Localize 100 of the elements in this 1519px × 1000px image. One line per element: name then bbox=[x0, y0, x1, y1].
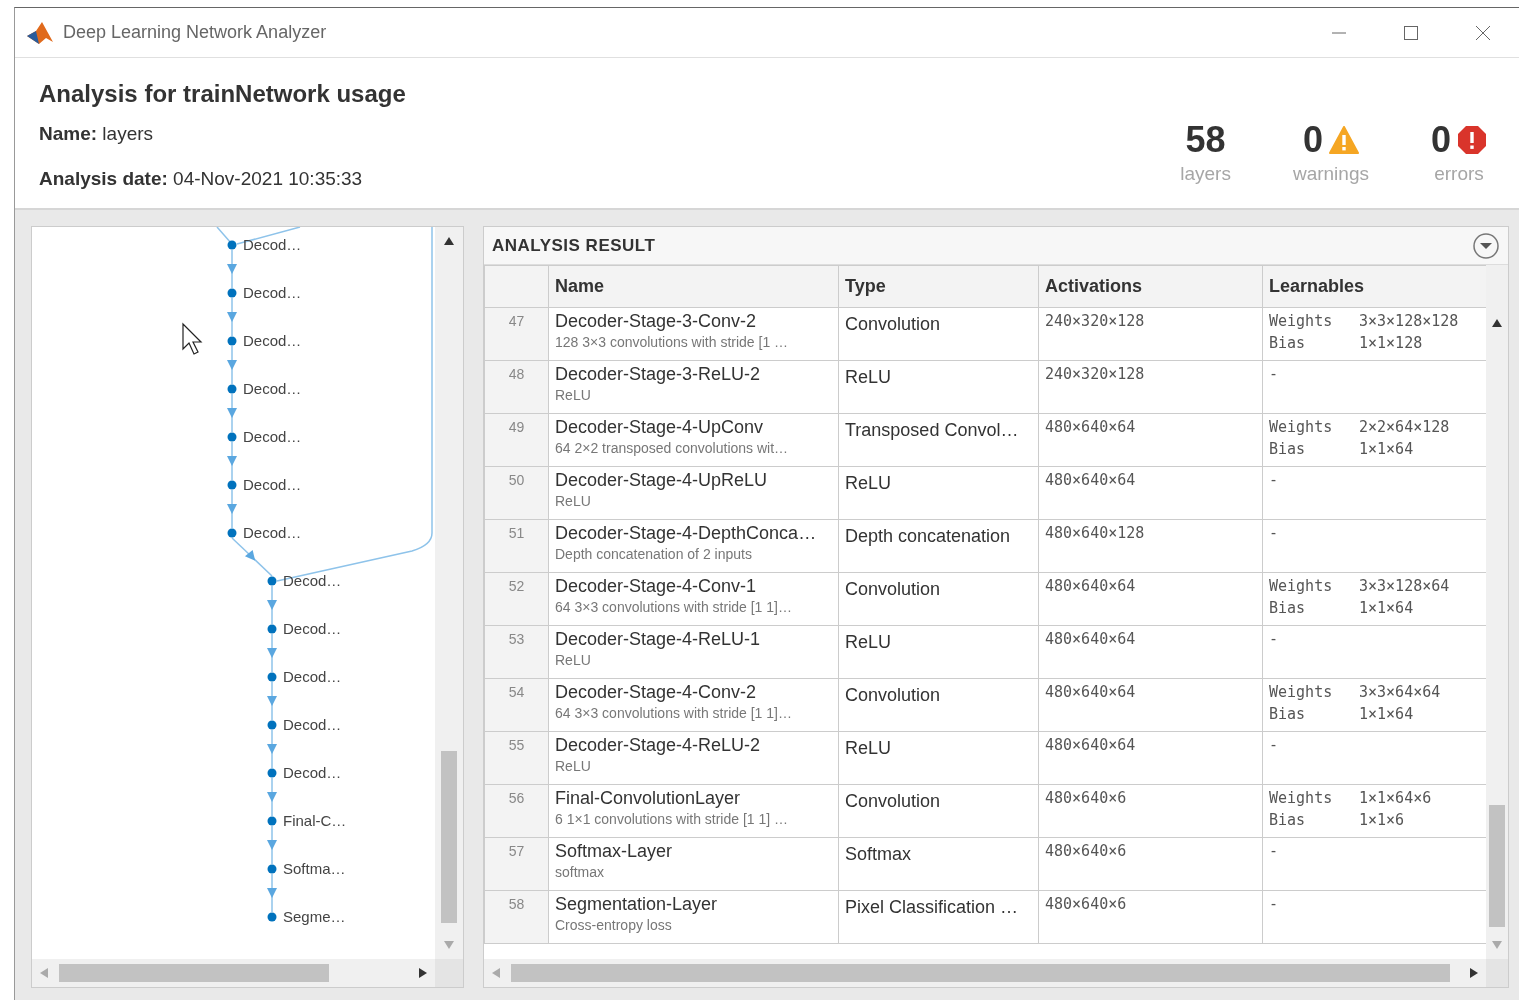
row-number: 57 bbox=[484, 837, 549, 891]
activation-size: 480×640×64 bbox=[1045, 417, 1137, 438]
graph-node[interactable] bbox=[267, 672, 277, 682]
horizontal-scrollbar[interactable] bbox=[484, 959, 1486, 987]
activation-size: 480×640×64 bbox=[1045, 576, 1137, 597]
error-icon bbox=[1457, 124, 1487, 155]
vertical-scrollbar[interactable] bbox=[435, 227, 463, 959]
graph-node[interactable] bbox=[227, 432, 237, 442]
graph-edge bbox=[227, 345, 237, 385]
node-label: Decod… bbox=[283, 620, 342, 637]
graph-node[interactable] bbox=[267, 768, 277, 778]
layer-name: Final-ConvolutionLayer bbox=[555, 788, 742, 810]
graph-edge bbox=[216, 227, 232, 244]
graph-edge bbox=[227, 489, 237, 529]
learnable-name: Weights bbox=[1269, 311, 1334, 332]
graph-node[interactable] bbox=[227, 288, 237, 298]
layer-name: Decoder-Stage-4-UpReLU bbox=[555, 470, 769, 492]
graph-node[interactable] bbox=[227, 528, 237, 538]
graph-node[interactable] bbox=[227, 336, 237, 346]
activation-size: 240×320×128 bbox=[1045, 364, 1146, 385]
graph-edge bbox=[267, 729, 277, 769]
node-label: Softma… bbox=[283, 860, 346, 877]
analysis-title: Analysis for trainNetwork usage bbox=[39, 79, 406, 109]
layer-type: Convolution bbox=[845, 313, 942, 336]
layer-name: Decoder-Stage-4-Conv-2 bbox=[555, 682, 758, 704]
graph-node[interactable] bbox=[267, 864, 277, 874]
scrollbar-corner bbox=[1486, 959, 1508, 987]
row-number: 54 bbox=[484, 678, 549, 732]
layer-name: Segmentation-Layer bbox=[555, 894, 719, 916]
layer-name: Decoder-Stage-4-Conv-1 bbox=[555, 576, 758, 598]
app-logo-icon bbox=[27, 21, 53, 44]
scroll-up-icon[interactable] bbox=[1492, 319, 1502, 327]
vertical-scrollbar[interactable] bbox=[1486, 265, 1508, 959]
graph-edge bbox=[227, 393, 237, 433]
analysis-date: Analysis date: 04-Nov-2021 10:35:33 bbox=[39, 166, 364, 191]
graph-node[interactable] bbox=[227, 384, 237, 394]
graph-node[interactable] bbox=[267, 720, 277, 730]
graph-edge bbox=[267, 777, 277, 817]
learnable-name: Bias bbox=[1269, 597, 1307, 619]
minimize-icon bbox=[1331, 31, 1347, 34]
scroll-right-icon[interactable] bbox=[1470, 968, 1478, 978]
scrollbar-thumb[interactable] bbox=[59, 964, 329, 982]
node-label: Decod… bbox=[283, 572, 342, 589]
scrollbar-thumb[interactable] bbox=[441, 751, 457, 923]
graph-edge bbox=[267, 873, 277, 913]
row-number: 50 bbox=[484, 466, 549, 520]
scroll-right-icon[interactable] bbox=[419, 968, 427, 978]
column-header: Name bbox=[548, 265, 839, 308]
network-name: Name: layers bbox=[39, 122, 155, 146]
layer-description: 6 1×1 convolutions with stride [1 1] … bbox=[555, 809, 790, 828]
graph-node[interactable] bbox=[267, 576, 277, 586]
stat-label: layers bbox=[1180, 161, 1231, 186]
panel-title: ANALYSIS RESULT bbox=[492, 234, 656, 257]
learnable-name: Bias bbox=[1269, 332, 1307, 354]
node-label: Final-C… bbox=[283, 812, 347, 829]
scrollbar-thumb[interactable] bbox=[1489, 805, 1505, 927]
graph-edge bbox=[231, 537, 273, 577]
node-label: Decod… bbox=[243, 476, 302, 493]
layer-name: Decoder-Stage-4-DepthConca… bbox=[555, 523, 818, 545]
scroll-up-icon[interactable] bbox=[444, 237, 454, 245]
layer-type: Convolution bbox=[845, 578, 942, 601]
activation-size: 480×640×6 bbox=[1045, 788, 1128, 809]
horizontal-scrollbar[interactable] bbox=[32, 959, 435, 987]
row-number: 55 bbox=[484, 731, 549, 785]
graph-node[interactable] bbox=[227, 480, 237, 490]
activation-size: 480×640×6 bbox=[1045, 841, 1128, 862]
learnable-name: Weights bbox=[1269, 682, 1334, 703]
collapse-button[interactable] bbox=[1472, 231, 1500, 260]
activation-size: 480×640×64 bbox=[1045, 629, 1137, 650]
graph-node[interactable] bbox=[227, 240, 237, 250]
layer-description: 64 3×3 convolutions with stride [1 1]… bbox=[555, 597, 793, 616]
learnable-name: Weights bbox=[1269, 417, 1334, 438]
activation-size: 480×640×6 bbox=[1045, 894, 1128, 915]
warning-icon bbox=[1328, 125, 1359, 154]
row-number: 53 bbox=[484, 625, 549, 679]
layer-type: ReLU bbox=[845, 737, 893, 760]
node-label: Decod… bbox=[283, 764, 342, 781]
node-label: Decod… bbox=[243, 332, 302, 349]
node-label: Decod… bbox=[243, 284, 302, 301]
node-label: Decod… bbox=[243, 524, 302, 541]
row-number: 52 bbox=[484, 572, 549, 626]
layer-description: ReLU bbox=[555, 491, 592, 510]
layer-name: Decoder-Stage-4-ReLU-1 bbox=[555, 629, 762, 651]
activation-size: 480×640×64 bbox=[1045, 470, 1137, 491]
row-number: 56 bbox=[484, 784, 549, 838]
graph-node[interactable] bbox=[267, 912, 277, 922]
stat-label: errors bbox=[1434, 161, 1484, 186]
graph-node[interactable] bbox=[267, 624, 277, 634]
learnable-size: 1×1×64 bbox=[1359, 597, 1414, 619]
node-label: Decod… bbox=[243, 380, 302, 397]
layer-description: ReLU bbox=[555, 756, 592, 775]
layer-description: Depth concatenation of 2 inputs bbox=[555, 544, 753, 563]
scrollbar-thumb[interactable] bbox=[511, 964, 1450, 982]
layer-description: 64 3×3 convolutions with stride [1 1]… bbox=[555, 703, 793, 722]
layer-description: softmax bbox=[555, 862, 605, 881]
layer-description: 128 3×3 convolutions with stride [1 … bbox=[555, 332, 790, 351]
node-label: Decod… bbox=[283, 716, 342, 733]
layer-type: ReLU bbox=[845, 631, 893, 654]
layer-type: Convolution bbox=[845, 790, 942, 813]
graph-node[interactable] bbox=[267, 816, 277, 826]
